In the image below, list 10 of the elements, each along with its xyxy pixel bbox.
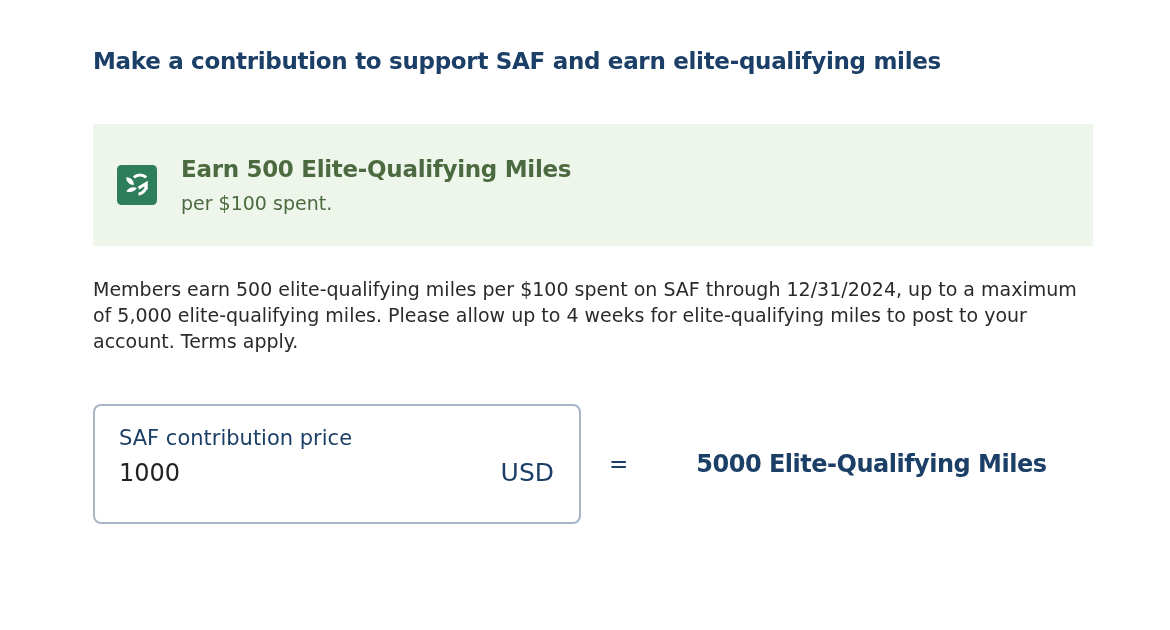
- banner-subtitle: per $100 spent.: [181, 192, 334, 214]
- description-text: Members earn 500 elite-qualifying miles per $100 spent on SAF through 12/31/2024, up to a maximum of 5,000 elite-qualifying miles. Please allow up to 4 weeks for elite-qualifying miles to post to your account. Terms apply.: [93, 277, 1078, 354]
- leaf-icon: [117, 165, 157, 205]
- banner-title: Earn 500 Elite-Qualifying Miles: [181, 156, 572, 182]
- currency-label: USD: [500, 458, 554, 487]
- equals-sign: =: [609, 451, 629, 477]
- section-heading: Make a contribution to support SAF and earn elite-qualifying miles: [93, 48, 942, 74]
- price-input[interactable]: 1000: [119, 458, 501, 487]
- field-label: SAF contribution price: [119, 426, 354, 450]
- miles-result: 5000 Elite-Qualifying Miles: [696, 450, 1047, 478]
